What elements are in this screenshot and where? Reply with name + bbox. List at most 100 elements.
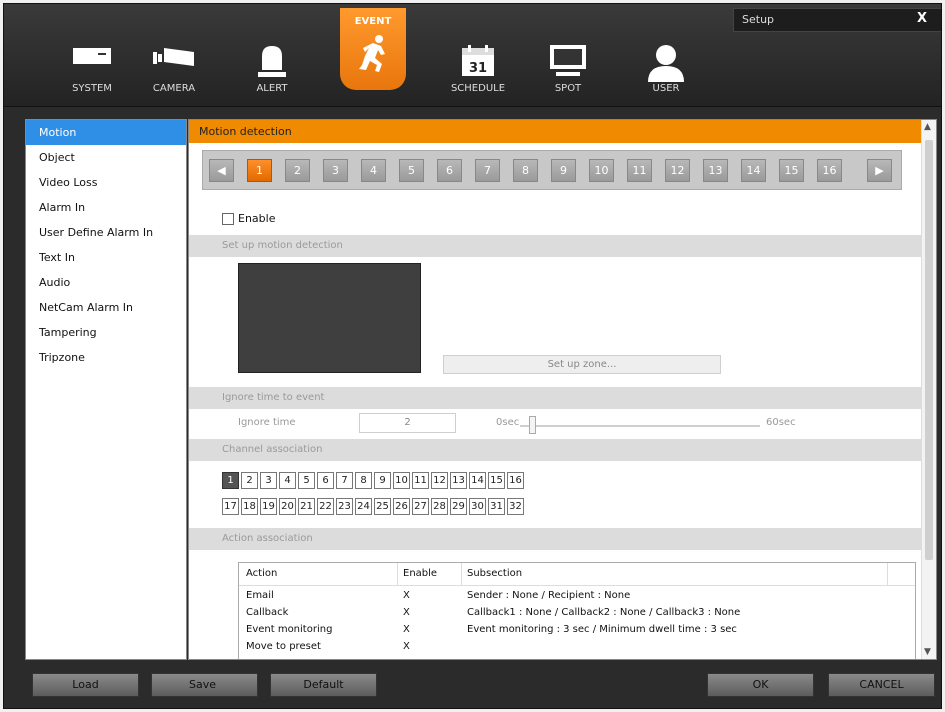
tab-label: SPOT bbox=[554, 83, 582, 94]
tab-user[interactable]: USER bbox=[628, 34, 704, 100]
tab-alert[interactable]: ALERT bbox=[234, 34, 310, 100]
assoc-channel-32[interactable]: 32 bbox=[507, 498, 524, 515]
assoc-channel-29[interactable]: 29 bbox=[450, 498, 467, 515]
sidebar-item-tampering[interactable]: Tampering bbox=[26, 320, 186, 345]
assoc-channel-1[interactable]: 1 bbox=[222, 472, 239, 489]
sidebar-item-netcam-alarm-in[interactable]: NetCam Alarm In bbox=[26, 295, 186, 320]
assoc-channel-28[interactable]: 28 bbox=[431, 498, 448, 515]
sidebar-item-alarm-in[interactable]: Alarm In bbox=[26, 195, 186, 220]
assoc-channel-27[interactable]: 27 bbox=[412, 498, 429, 515]
calendar-icon: 31 bbox=[461, 44, 495, 81]
enable-checkbox-row[interactable]: Enable bbox=[222, 212, 275, 225]
cancel-button[interactable]: CANCEL bbox=[828, 673, 935, 697]
assoc-channel-20[interactable]: 20 bbox=[279, 498, 296, 515]
setup-zone-button[interactable]: Set up zone... bbox=[443, 355, 721, 374]
window-title: Setup bbox=[742, 13, 775, 26]
tab-schedule[interactable]: 31 SCHEDULE bbox=[440, 34, 516, 100]
sidebar-item-text-in[interactable]: Text In bbox=[26, 245, 186, 270]
section-action-association: Action association bbox=[189, 528, 924, 550]
assoc-channel-24[interactable]: 24 bbox=[355, 498, 372, 515]
channel-button-14[interactable]: 14 bbox=[741, 159, 766, 182]
channel-button-12[interactable]: 12 bbox=[665, 159, 690, 182]
ok-button[interactable]: OK bbox=[707, 673, 814, 697]
assoc-channel-19[interactable]: 19 bbox=[260, 498, 277, 515]
prev-channel-button[interactable]: ◀ bbox=[209, 159, 234, 182]
assoc-channel-2[interactable]: 2 bbox=[241, 472, 258, 489]
sidebar-item-audio[interactable]: Audio bbox=[26, 270, 186, 295]
channel-button-9[interactable]: 9 bbox=[551, 159, 576, 182]
channel-button-2[interactable]: 2 bbox=[285, 159, 310, 182]
col-header-enable: Enable bbox=[403, 568, 438, 579]
channel-button-7[interactable]: 7 bbox=[475, 159, 500, 182]
assoc-channel-9[interactable]: 9 bbox=[374, 472, 391, 489]
assoc-channel-23[interactable]: 23 bbox=[336, 498, 353, 515]
assoc-channel-16[interactable]: 16 bbox=[507, 472, 524, 489]
load-button[interactable]: Load bbox=[32, 673, 139, 697]
tab-label: SCHEDULE bbox=[450, 83, 506, 94]
table-row[interactable]: Callback X Callback1 : None / Callback2 … bbox=[239, 604, 915, 621]
assoc-channel-22[interactable]: 22 bbox=[317, 498, 334, 515]
channel-button-8[interactable]: 8 bbox=[513, 159, 538, 182]
channel-button-10[interactable]: 10 bbox=[589, 159, 614, 182]
enable-checkbox[interactable] bbox=[222, 213, 234, 225]
col-header-action: Action bbox=[246, 568, 278, 579]
table-row[interactable]: Move to preset X bbox=[239, 638, 915, 655]
assoc-channel-18[interactable]: 18 bbox=[241, 498, 258, 515]
ignore-time-slider-track[interactable] bbox=[520, 425, 760, 427]
assoc-channel-4[interactable]: 4 bbox=[279, 472, 296, 489]
channel-button-5[interactable]: 5 bbox=[399, 159, 424, 182]
scroll-up-icon[interactable]: ▲ bbox=[924, 122, 931, 132]
assoc-channel-14[interactable]: 14 bbox=[469, 472, 486, 489]
close-button[interactable]: X bbox=[917, 11, 927, 26]
table-row[interactable]: Event monitoring X Event monitoring : 3 … bbox=[239, 621, 915, 638]
tab-system[interactable]: SYSTEM bbox=[54, 34, 130, 100]
slider-min-label: 0sec bbox=[496, 417, 520, 428]
assoc-channel-3[interactable]: 3 bbox=[260, 472, 277, 489]
sidebar-item-object[interactable]: Object bbox=[26, 145, 186, 170]
assoc-channel-30[interactable]: 30 bbox=[469, 498, 486, 515]
assoc-channel-17[interactable]: 17 bbox=[222, 498, 239, 515]
default-button[interactable]: Default bbox=[270, 673, 377, 697]
tab-camera[interactable]: CAMERA bbox=[136, 34, 212, 100]
channel-button-3[interactable]: 3 bbox=[323, 159, 348, 182]
assoc-channel-11[interactable]: 11 bbox=[412, 472, 429, 489]
table-row[interactable]: Email X Sender : None / Recipient : None bbox=[239, 587, 915, 604]
assoc-channel-21[interactable]: 21 bbox=[298, 498, 315, 515]
tab-label: SYSTEM bbox=[72, 83, 112, 94]
ignore-time-input[interactable]: 2 bbox=[359, 413, 456, 433]
assoc-channel-6[interactable]: 6 bbox=[317, 472, 334, 489]
tab-spot[interactable]: SPOT bbox=[530, 34, 606, 100]
scroll-down-icon[interactable]: ▼ bbox=[924, 647, 931, 657]
enable-label: Enable bbox=[238, 212, 276, 225]
assoc-channel-7[interactable]: 7 bbox=[336, 472, 353, 489]
user-icon bbox=[646, 44, 686, 85]
ignore-time-slider-thumb[interactable] bbox=[529, 416, 536, 434]
assoc-channel-12[interactable]: 12 bbox=[431, 472, 448, 489]
sidebar-item-tripzone[interactable]: Tripzone bbox=[26, 345, 186, 370]
assoc-channel-31[interactable]: 31 bbox=[488, 498, 505, 515]
assoc-channel-10[interactable]: 10 bbox=[393, 472, 410, 489]
assoc-channel-26[interactable]: 26 bbox=[393, 498, 410, 515]
save-button[interactable]: Save bbox=[151, 673, 258, 697]
assoc-channel-25[interactable]: 25 bbox=[374, 498, 391, 515]
channel-button-4[interactable]: 4 bbox=[361, 159, 386, 182]
channel-button-16[interactable]: 16 bbox=[817, 159, 842, 182]
tab-event[interactable]: EVENT bbox=[340, 8, 406, 90]
channel-button-11[interactable]: 11 bbox=[627, 159, 652, 182]
alert-icon bbox=[257, 44, 287, 81]
channel-button-13[interactable]: 13 bbox=[703, 159, 728, 182]
assoc-channel-13[interactable]: 13 bbox=[450, 472, 467, 489]
channel-button-15[interactable]: 15 bbox=[779, 159, 804, 182]
assoc-channel-8[interactable]: 8 bbox=[355, 472, 372, 489]
sidebar-item-motion[interactable]: Motion bbox=[26, 120, 186, 145]
sidebar-item-video-loss[interactable]: Video Loss bbox=[26, 170, 186, 195]
assoc-channel-15[interactable]: 15 bbox=[488, 472, 505, 489]
scrollbar-thumb[interactable] bbox=[925, 140, 933, 560]
sidebar-item-user-define-alarm-in[interactable]: User Define Alarm In bbox=[26, 220, 186, 245]
assoc-channel-5[interactable]: 5 bbox=[298, 472, 315, 489]
next-channel-button[interactable]: ▶ bbox=[867, 159, 892, 182]
panel-scrollbar[interactable]: ▲ ▼ bbox=[921, 120, 936, 659]
channel-button-1[interactable]: 1 bbox=[247, 159, 272, 182]
svg-text:31: 31 bbox=[469, 61, 487, 76]
channel-button-6[interactable]: 6 bbox=[437, 159, 462, 182]
